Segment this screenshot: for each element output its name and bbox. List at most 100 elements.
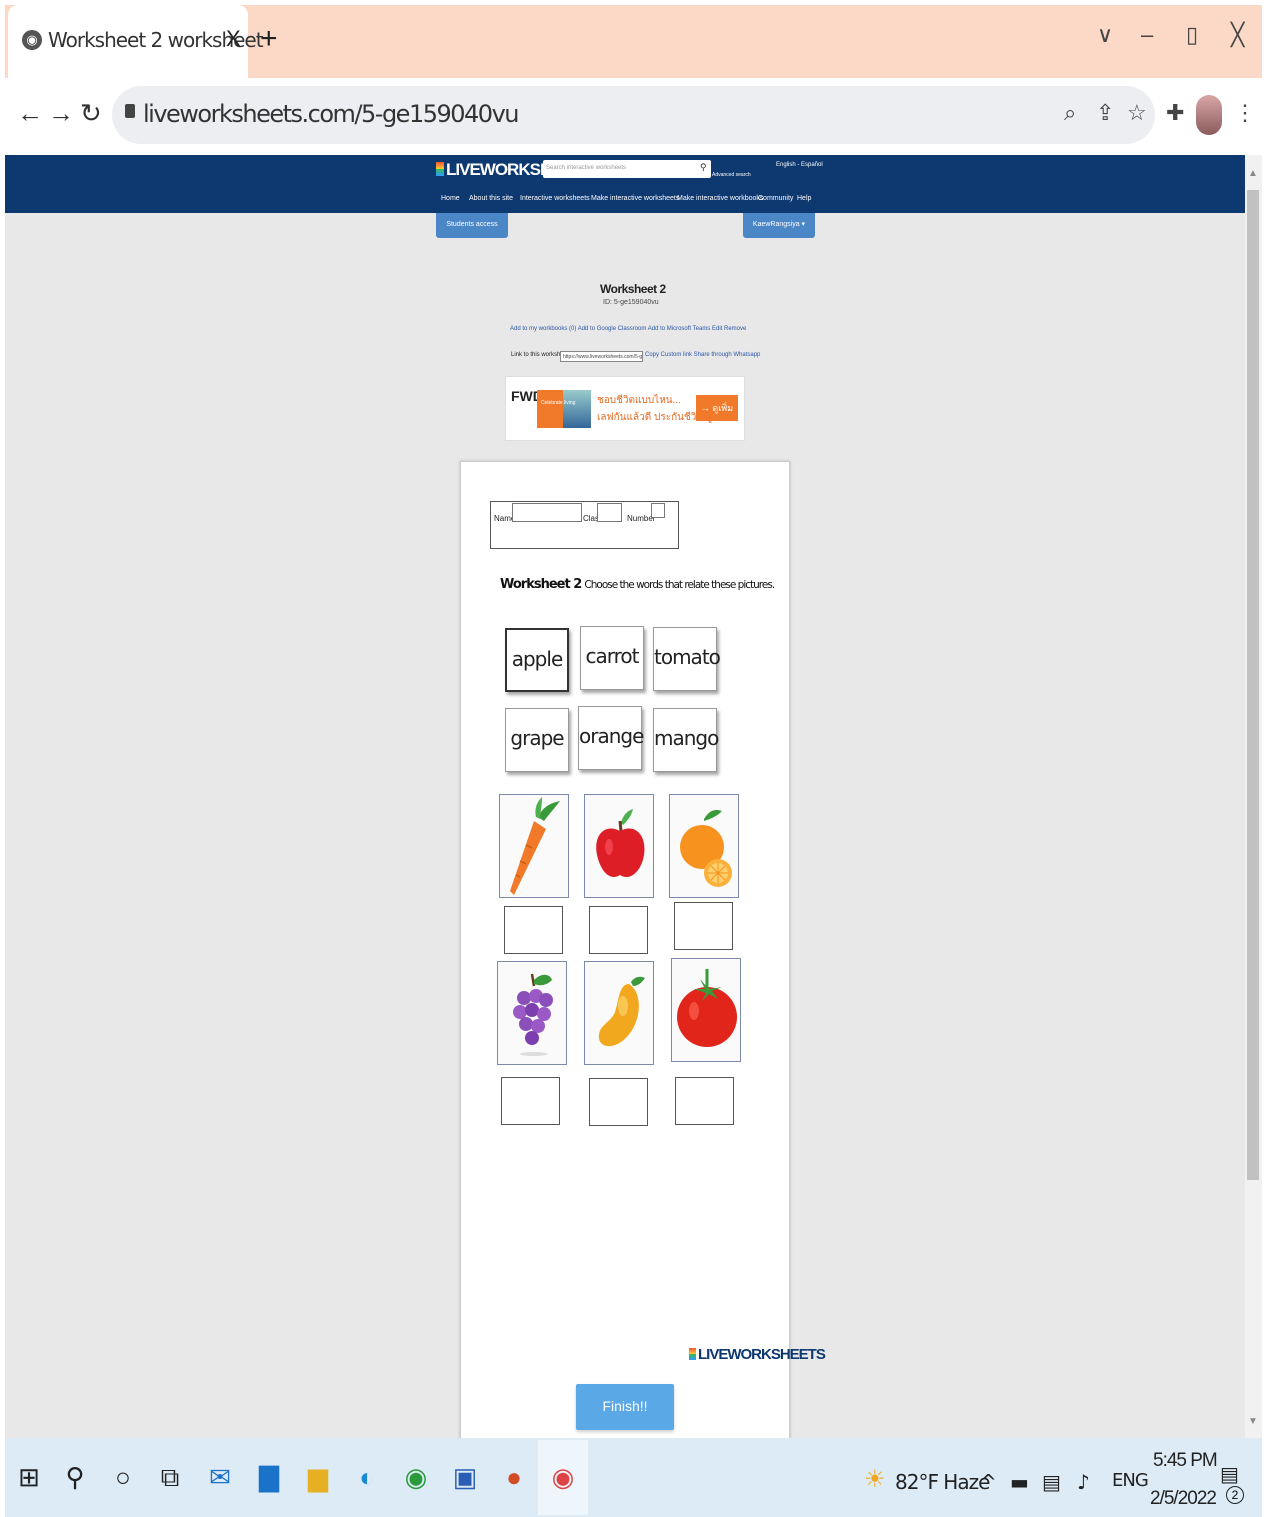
worksheet-link-input[interactable]: https://www.liveworksheets.com/5-ge15904… [560,351,643,362]
ad-button[interactable]: → ดูเพิ่มเติม [696,395,738,439]
instruction-text: Choose the words that relate these pictu… [584,579,775,591]
carrot-icon [510,797,560,895]
name-input[interactable] [512,503,582,522]
word-card-tomato[interactable]: tomato [653,627,721,691]
nav-interactive-worksheets[interactable]: Interactive worksheets [520,195,590,202]
powerpoint-icon[interactable]: ● [499,1462,529,1502]
word-icon[interactable]: ▣ [450,1462,480,1502]
instruction-title: Worksheet 2 [500,577,582,592]
globe-icon: ◉ [22,30,42,50]
site-search-input[interactable]: Search interactive worksheets [543,160,711,178]
windows-start-icon[interactable]: ⊞ [14,1462,44,1502]
scroll-down-arrow-icon[interactable]: ▼ [1248,1416,1258,1427]
picture-grape [497,961,567,1065]
class-input[interactable] [597,503,622,522]
logo-mark-icon [436,162,444,176]
footer-logo-text: LIVEWORKSHEETS [698,1346,826,1363]
word-card-grape[interactable]: grape [505,708,569,772]
word-card-orange[interactable]: orange [578,706,644,770]
lock-icon [125,104,135,118]
instruction: Worksheet 2 Choose the words that relate… [500,577,775,592]
picture-carrot [499,794,569,898]
search-icon[interactable]: ⚲ [700,162,707,173]
answer-box-apple[interactable] [589,906,648,954]
minimize-icon[interactable]: – [1141,22,1153,48]
word-card-apple[interactable]: apple [505,628,569,692]
worksheet-actions[interactable]: Add to my workbooks (0) Add to Google Cl… [510,326,746,332]
chrome-icon[interactable]: ◉ [401,1462,431,1502]
star-icon[interactable]: ☆ [1127,100,1147,126]
worksheet-title: Worksheet 2 [600,282,666,296]
nav-home[interactable]: Home [441,195,460,202]
taskbar [5,1438,1262,1517]
language-indicator[interactable]: ENG [1112,1470,1149,1491]
reload-icon[interactable]: ↻ [80,98,102,129]
nav-help[interactable]: Help [797,195,811,202]
task-view-icon[interactable]: ⧉ [155,1462,185,1502]
network-icon[interactable]: ▤ [1042,1470,1061,1494]
nav-make-workbooks[interactable]: Make interactive workbooks [677,195,763,202]
notification-icon[interactable]: ▤ [1220,1462,1239,1486]
worksheet-id: ID: 5-ge159040vu [603,299,659,306]
mango-icon [598,976,645,1047]
cortana-icon[interactable]: ○ [108,1462,138,1502]
share-icon[interactable]: ⇪ [1096,100,1114,126]
orange-icon [680,809,732,887]
students-access-button[interactable]: Students access [436,213,508,238]
profile-avatar[interactable] [1196,95,1222,135]
forward-arrow-icon[interactable]: → [48,98,74,129]
mail-icon[interactable]: ✉ [205,1462,235,1502]
language-links[interactable]: English - Español [776,162,823,168]
battery-icon[interactable]: ▬ [1010,1470,1029,1494]
search-icon[interactable]: ⚲ [60,1462,90,1502]
word-card-mango[interactable]: mango [653,708,719,772]
tomato-icon [677,969,737,1047]
volume-icon[interactable]: ♪ [1077,1470,1090,1494]
picture-orange [669,794,739,898]
word-card-carrot[interactable]: carrot [580,626,644,690]
clock-time[interactable]: 5:45 PM [1153,1450,1218,1472]
finish-button[interactable]: Finish!! [576,1384,674,1430]
picture-apple [584,794,654,898]
weather-icon[interactable]: ☀ [864,1465,885,1493]
answer-box-mango[interactable] [589,1078,648,1126]
scrollbar-thumb[interactable] [1247,190,1259,1180]
nav-about[interactable]: About this site [469,195,513,202]
share-links[interactable]: Copy Custom link Share through Whatsapp [645,352,760,358]
scroll-up-arrow-icon[interactable]: ▲ [1248,168,1258,179]
menu-kebab-icon[interactable]: ⋮ [1234,100,1256,126]
tab-close-button[interactable]: X [226,26,241,52]
number-input[interactable] [651,503,665,518]
chrome-profile-icon[interactable]: ◉ [548,1462,578,1502]
answer-box-tomato[interactable] [675,1077,734,1125]
answer-box-carrot[interactable] [504,906,563,954]
tray-expand-icon[interactable]: ^ [980,1470,997,1494]
ad-headline: ชอบชีวิตแบบไหน... [597,395,681,406]
picture-tomato [671,958,741,1062]
nav-make-worksheets[interactable]: Make interactive worksheets [591,195,679,202]
picture-mango [584,961,654,1065]
close-window-icon[interactable]: ╳ [1231,22,1244,48]
clock-date[interactable]: 2/5/2022 [1150,1488,1217,1510]
file-explorer-icon[interactable]: ▆ [303,1462,333,1502]
user-menu-button[interactable]: KaewRangsiya ▾ [743,213,815,238]
apple-icon [596,809,645,877]
weather-text[interactable]: 82°F Haze [895,1470,990,1494]
tab-search-icon[interactable]: ∨ [1097,22,1113,48]
url-text[interactable]: liveworksheets.com/5-ge159040vu [143,100,519,128]
back-arrow-icon[interactable]: ← [17,98,43,129]
answer-box-orange[interactable] [674,902,733,950]
new-tab-button[interactable]: + [260,22,278,56]
extensions-puzzle-icon[interactable]: ✚ [1166,100,1184,126]
grape-icon [513,973,553,1056]
edge-icon[interactable]: ◐ [352,1462,382,1502]
app-l-icon[interactable]: ▇ [254,1462,284,1502]
advanced-search-link[interactable]: Advanced search [712,172,751,178]
ad-tag: Celebrate living [541,400,576,406]
ad-photo [563,390,591,428]
nav-community[interactable]: Community [758,195,793,202]
restore-icon[interactable]: ▯ [1186,22,1198,48]
footer-logo[interactable]: LIVEWORKSHEETS [689,1346,826,1363]
answer-box-grape[interactable] [501,1077,560,1125]
zoom-icon[interactable]: ⌕ [1064,100,1076,126]
